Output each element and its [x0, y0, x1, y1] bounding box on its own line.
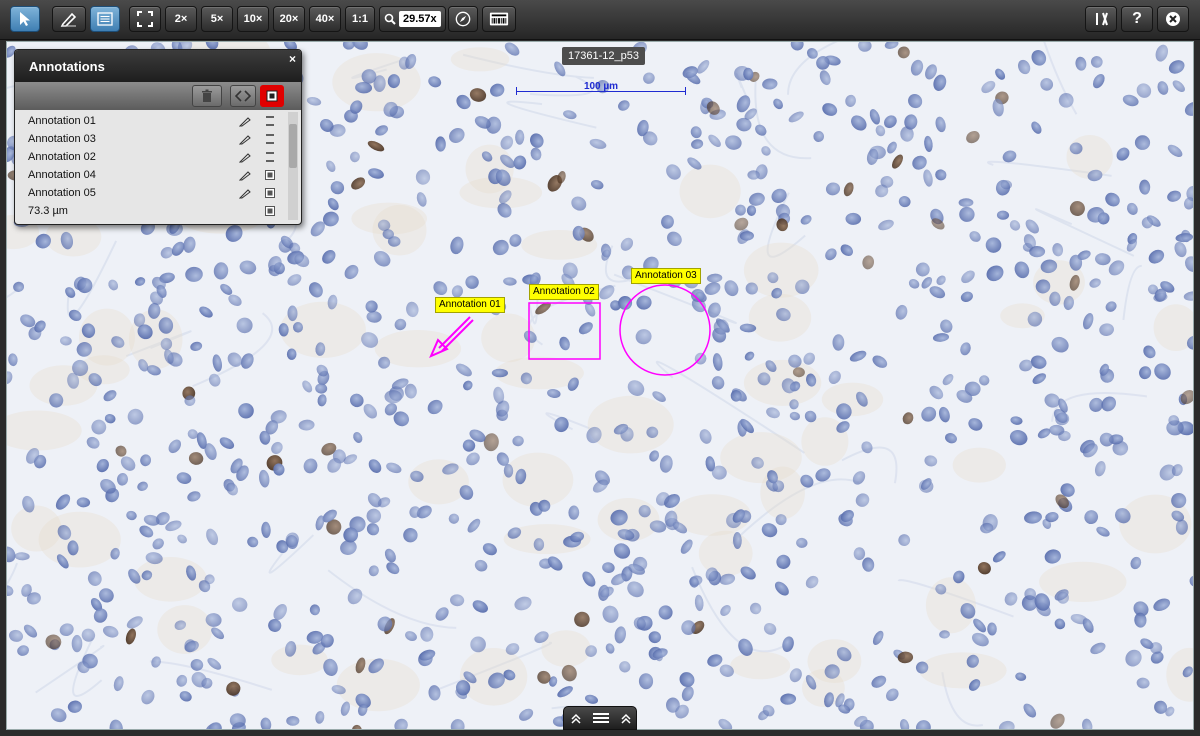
thumbnail-drawer-tab[interactable]: [563, 706, 637, 730]
toolbar: 2× 5× 10× 20× 40× 1:1 29.57x ?: [0, 0, 1200, 40]
expand-drawer-icon: [571, 713, 631, 724]
compass-icon: [455, 11, 471, 27]
edit-pen-icon[interactable]: [239, 187, 251, 199]
square-icon: [266, 90, 278, 102]
annotations-panel-title: Annotations: [29, 59, 105, 74]
zoom-1-1-button[interactable]: 1:1: [345, 6, 375, 32]
list-item[interactable]: Annotation 04: [15, 166, 287, 184]
visible-state-icon[interactable]: [265, 206, 275, 216]
edit-pen-icon[interactable]: [239, 115, 251, 127]
hidden-state-icon[interactable]: [265, 152, 275, 162]
scrollbar-thumb[interactable]: [289, 124, 297, 168]
annotation-name: Annotation 05: [28, 187, 96, 199]
close-icon: [1166, 12, 1180, 26]
pointer-icon: [20, 12, 30, 26]
list-item[interactable]: Annotation 05: [15, 184, 287, 202]
delete-annotation-button[interactable]: [192, 85, 222, 107]
annotation-02-label[interactable]: Annotation 02: [529, 284, 599, 300]
list-item[interactable]: Annotation 02: [15, 148, 287, 166]
barcode-icon: [489, 12, 509, 26]
annotation-list-icon: [97, 12, 113, 26]
annotation-name: Annotation 01: [28, 115, 96, 127]
tools-button[interactable]: [1085, 6, 1117, 32]
pen-icon: [60, 12, 77, 27]
visible-state-icon[interactable]: [265, 188, 275, 198]
annotations-panel: Annotations × Annotation 01 Annotation 0…: [14, 49, 302, 225]
zoom-5x-button[interactable]: 5×: [201, 6, 233, 32]
toggle-visibility-button[interactable]: [260, 85, 284, 107]
zoom-2x-button[interactable]: 2×: [165, 6, 197, 32]
list-item[interactable]: 73.3 µm: [15, 202, 287, 220]
annotation-01-arrow[interactable]: [429, 316, 474, 358]
annotation-01-label[interactable]: Annotation 01: [435, 297, 505, 313]
hidden-state-icon[interactable]: [265, 116, 275, 126]
zoom-level-field[interactable]: 29.57x: [379, 6, 446, 32]
fit-screen-button[interactable]: [129, 6, 161, 32]
annotations-panel-header[interactable]: Annotations ×: [15, 50, 301, 82]
help-button[interactable]: ?: [1121, 6, 1153, 32]
viewer-window: 2× 5× 10× 20× 40× 1:1 29.57x ? 17361-12_…: [0, 0, 1200, 736]
visible-state-icon[interactable]: [265, 170, 275, 180]
panel-close-button[interactable]: ×: [289, 52, 296, 66]
annotation-name: Annotation 04: [28, 169, 96, 181]
annotation-03-label[interactable]: Annotation 03: [631, 268, 701, 284]
annotation-02-rectangle[interactable]: [528, 302, 601, 360]
edit-pen-icon[interactable]: [239, 151, 251, 163]
annotation-name: Annotation 03: [28, 133, 96, 145]
zoom-20x-button[interactable]: 20×: [273, 6, 305, 32]
trash-icon: [202, 89, 212, 102]
close-viewer-button[interactable]: [1157, 6, 1189, 32]
zoom-10x-button[interactable]: 10×: [237, 6, 269, 32]
zoom-level-value: 29.57x: [399, 11, 441, 27]
list-item[interactable]: Annotation 03: [15, 130, 287, 148]
edit-pen-icon[interactable]: [239, 133, 251, 145]
zoom-40x-button[interactable]: 40×: [309, 6, 341, 32]
hidden-state-icon[interactable]: [265, 134, 275, 144]
annotation-03-circle[interactable]: [619, 284, 711, 376]
annotations-list: Annotation 01 Annotation 03 Annotation 0…: [15, 112, 287, 220]
navigate-annotations-button[interactable]: [230, 85, 256, 107]
annotation-name: 73.3 µm: [28, 205, 68, 217]
pointer-tool-button[interactable]: [10, 6, 40, 32]
search-icon: [384, 13, 396, 25]
annotations-scrollbar[interactable]: [288, 112, 298, 220]
fit-screen-icon: [137, 11, 153, 27]
list-item[interactable]: Annotation 01: [15, 112, 287, 130]
status-strip: [0, 730, 1200, 736]
edit-pen-icon[interactable]: [239, 169, 251, 181]
draw-tool-button[interactable]: [52, 6, 86, 32]
annotation-list-button[interactable]: [90, 6, 120, 32]
help-icon: ?: [1132, 10, 1142, 27]
settings-icon: [1096, 12, 1108, 26]
slide-label-button[interactable]: [482, 6, 516, 32]
annotation-name: Annotation 02: [28, 151, 96, 163]
navigator-button[interactable]: [448, 6, 478, 32]
annotations-toolbar: [15, 82, 301, 110]
prev-next-icon: [235, 90, 251, 102]
